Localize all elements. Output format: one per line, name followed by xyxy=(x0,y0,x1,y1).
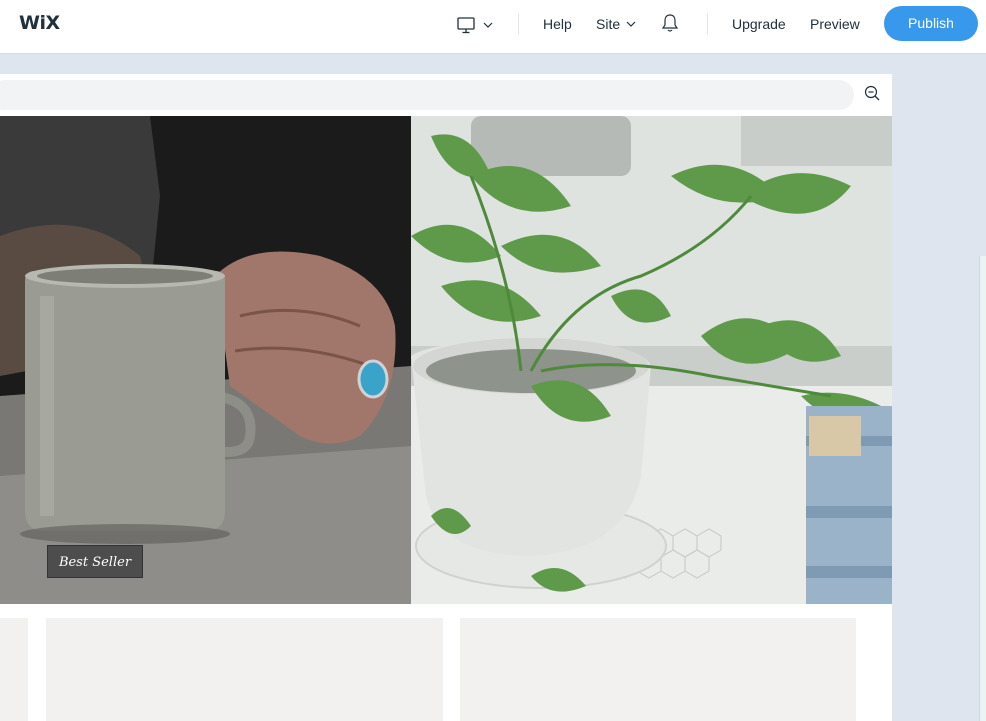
publish-button[interactable]: Publish xyxy=(884,6,978,41)
divider xyxy=(518,13,519,35)
zoom-out-button[interactable] xyxy=(864,85,880,106)
best-seller-badge: Best Seller xyxy=(47,545,143,578)
site-address-bar xyxy=(0,80,854,110)
chevron-down-icon xyxy=(483,22,493,28)
potted-plant-image[interactable] xyxy=(411,116,892,604)
desktop-icon xyxy=(457,16,475,33)
upgrade-button[interactable]: Upgrade xyxy=(732,14,786,34)
preview-button[interactable]: Preview xyxy=(810,14,860,34)
site-canvas[interactable] xyxy=(0,74,892,721)
product-card[interactable] xyxy=(0,618,28,721)
site-menu[interactable]: Site xyxy=(596,14,636,34)
coffee-mug-illustration xyxy=(0,116,411,604)
device-switcher[interactable] xyxy=(457,14,499,36)
product-card[interactable] xyxy=(460,618,856,721)
divider xyxy=(707,13,708,35)
stage-scrollbar[interactable] xyxy=(979,256,986,721)
coffee-mug-image[interactable] xyxy=(0,116,411,604)
stage-margin xyxy=(892,55,986,721)
zoom-out-icon xyxy=(864,85,880,101)
site-menu-label: Site xyxy=(596,16,621,32)
notifications-button[interactable] xyxy=(661,13,679,38)
chevron-down-icon xyxy=(626,21,636,27)
potted-plant-illustration xyxy=(411,116,892,604)
wix-logo[interactable]: WiX xyxy=(19,12,60,34)
help-menu[interactable]: Help xyxy=(543,14,572,34)
product-card[interactable] xyxy=(46,618,443,721)
editor-topbar: WiX Help Site Upgrade Preview Publish xyxy=(0,0,986,54)
bell-icon xyxy=(661,14,679,32)
